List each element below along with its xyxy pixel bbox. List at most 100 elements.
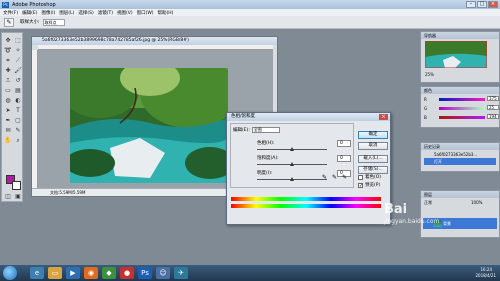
lightness-row: 明度(I): 0 <box>257 170 351 181</box>
preview-option[interactable]: 预览(P) <box>358 182 380 188</box>
hue-input[interactable]: 0 <box>337 140 351 147</box>
menu-filter[interactable]: 滤镜(T) <box>98 10 113 16</box>
colorize-checkbox[interactable] <box>358 174 363 180</box>
input-color-bar <box>231 197 381 201</box>
eyedropper-icon[interactable]: ✎ <box>322 174 327 181</box>
saturation-input[interactable]: 0 <box>337 155 351 162</box>
eyedropper-plus-icon[interactable]: ✎ <box>332 174 337 181</box>
move-tool-icon[interactable]: ✥ <box>4 37 12 45</box>
menu-image[interactable]: 图像(I) <box>41 10 55 16</box>
magic-wand-tool-icon[interactable]: ✧ <box>14 47 22 55</box>
folder-icon[interactable]: ▭ <box>48 267 62 279</box>
preview-checkbox[interactable] <box>358 182 363 188</box>
opacity-value[interactable]: 100% <box>471 200 482 205</box>
hue-slider-knob[interactable] <box>290 147 294 151</box>
clock-date[interactable]: 2018/4/21 <box>475 273 496 278</box>
output-color-bar <box>231 204 381 208</box>
pen-tool-icon[interactable]: ✒ <box>4 117 12 125</box>
navigator-tab[interactable]: 导航器 <box>421 32 499 39</box>
record-icon[interactable]: ● <box>120 267 134 279</box>
notes-tool-icon[interactable]: ✉ <box>4 127 12 135</box>
sample-size-select[interactable]: 取样点 <box>42 18 65 26</box>
menu-select[interactable]: 选择(S) <box>78 10 93 16</box>
lightness-label: 明度(I): <box>257 171 273 176</box>
load-button[interactable]: 载入(L)... <box>358 155 388 163</box>
app-title: Adobe Photoshop <box>12 1 56 8</box>
layer-name: 背景 <box>443 221 451 226</box>
saturation-slider-knob[interactable] <box>290 162 294 166</box>
menu-edit[interactable]: 编辑(E) <box>22 10 37 16</box>
blue-value[interactable]: 194 <box>487 114 499 119</box>
navigator-thumbnail[interactable] <box>425 41 487 68</box>
blur-tool-icon[interactable]: ◍ <box>4 97 12 105</box>
qq-icon[interactable]: ☺ <box>156 267 170 279</box>
crop-tool-icon[interactable]: ⌗ <box>4 57 12 65</box>
zoom-tool-icon[interactable]: ⌕ <box>14 137 22 145</box>
color-tab[interactable]: 颜色 <box>421 87 499 94</box>
baidu-watermark: Bai <box>384 202 408 217</box>
history-item-open[interactable]: 打开 <box>424 158 496 165</box>
shape-tool-icon[interactable]: ▢ <box>14 117 22 125</box>
colorize-option[interactable]: 着色(O) <box>358 174 381 180</box>
firefox-icon[interactable]: ◉ <box>84 267 98 279</box>
save-button[interactable]: 存储(S)... <box>358 166 388 174</box>
lake-forest-image <box>70 68 228 183</box>
quick-mask-icon[interactable]: ◫ <box>4 193 12 201</box>
dodge-tool-icon[interactable]: ◐ <box>14 97 22 105</box>
minimize-button[interactable]: – <box>466 1 476 8</box>
media-icon[interactable]: ▶ <box>66 267 80 279</box>
maximize-button[interactable]: □ <box>477 1 487 8</box>
toolbox: ✥ ⬚ ➰ ✧ ⌗ ⟋ ✚ 🖌 ⎍ ↺ ▭ ▤ ◍ ◐ ➤ T ✒ ▢ ✉ ✎ … <box>1 32 23 202</box>
sample-size-label: 取样大小: <box>20 20 40 25</box>
menu-view[interactable]: 视图(V) <box>117 10 133 16</box>
menu-window[interactable]: 窗口(W) <box>137 10 154 16</box>
navigator-panel: 导航器 25% <box>420 31 500 83</box>
path-selection-tool-icon[interactable]: ➤ <box>4 107 12 115</box>
dialog-close-button[interactable]: × <box>379 114 388 120</box>
hue-row: 色相(H): 0 <box>257 140 351 151</box>
marquee-tool-icon[interactable]: ⬚ <box>14 37 22 45</box>
eyedropper-tool-icon[interactable]: ✎ <box>4 17 14 27</box>
edit-select[interactable]: 全图 <box>251 127 280 133</box>
clone-stamp-tool-icon[interactable]: ⎍ <box>4 77 12 85</box>
slice-tool-icon[interactable]: ⟋ <box>14 57 22 65</box>
lightness-slider-knob[interactable] <box>290 177 294 181</box>
hand-tool-icon[interactable]: ✋ <box>4 137 12 145</box>
start-button[interactable] <box>3 266 17 280</box>
clock-time[interactable]: 16:24 <box>480 267 492 272</box>
gradient-tool-icon[interactable]: ▤ <box>14 87 22 95</box>
screen-mode-icon[interactable]: ▣ <box>14 193 22 201</box>
ie-icon[interactable]: e <box>30 267 44 279</box>
brush-tool-icon[interactable]: 🖌 <box>14 67 22 75</box>
feather-icon[interactable]: ✈ <box>174 267 188 279</box>
healing-brush-tool-icon[interactable]: ✚ <box>4 67 12 75</box>
eraser-tool-icon[interactable]: ▭ <box>4 87 12 95</box>
windows-taskbar: e ▭ ▶ ◉ ◆ ● Ps ☺ ✈ 16:24 2018/4/21 <box>0 265 500 281</box>
history-tab[interactable]: 历史记录 <box>421 143 499 150</box>
red-value[interactable]: 175 <box>487 96 499 101</box>
layers-tab[interactable]: 图层 <box>421 191 499 198</box>
menu-bar: 文件(F) 编辑(E) 图像(I) 图层(L) 选择(S) 滤镜(T) 视图(V… <box>0 9 500 16</box>
eyedropper-minus-icon[interactable]: ✎ <box>342 174 347 181</box>
color-panel: 颜色 R 175 G 25 B 194 <box>420 86 500 128</box>
type-tool-icon[interactable]: T <box>14 107 22 115</box>
background-color-swatch[interactable] <box>12 181 21 190</box>
menu-layer[interactable]: 图层(L) <box>59 10 74 16</box>
app-icon[interactable]: ◆ <box>102 267 116 279</box>
menu-file[interactable]: 文件(F) <box>3 10 18 16</box>
ok-button[interactable]: 确定 <box>358 131 388 139</box>
history-item[interactable]: 5a6f0273363e52b3... <box>424 151 496 158</box>
cancel-button[interactable]: 取消 <box>358 142 388 150</box>
close-button[interactable]: × <box>488 1 498 8</box>
history-brush-tool-icon[interactable]: ↺ <box>14 77 22 85</box>
blend-mode-select[interactable]: 正常 <box>424 200 432 206</box>
red-slider[interactable] <box>439 98 485 101</box>
lasso-tool-icon[interactable]: ➰ <box>4 47 12 55</box>
navigator-zoom[interactable]: 25% <box>425 72 434 77</box>
eyedropper-icon[interactable]: ✎ <box>14 127 22 135</box>
menu-help[interactable]: 帮助(H) <box>158 10 174 16</box>
photoshop-taskbar-icon[interactable]: Ps <box>138 267 152 279</box>
green-value[interactable]: 25 <box>487 105 499 110</box>
blue-slider[interactable] <box>439 116 485 119</box>
green-slider[interactable] <box>439 107 485 110</box>
